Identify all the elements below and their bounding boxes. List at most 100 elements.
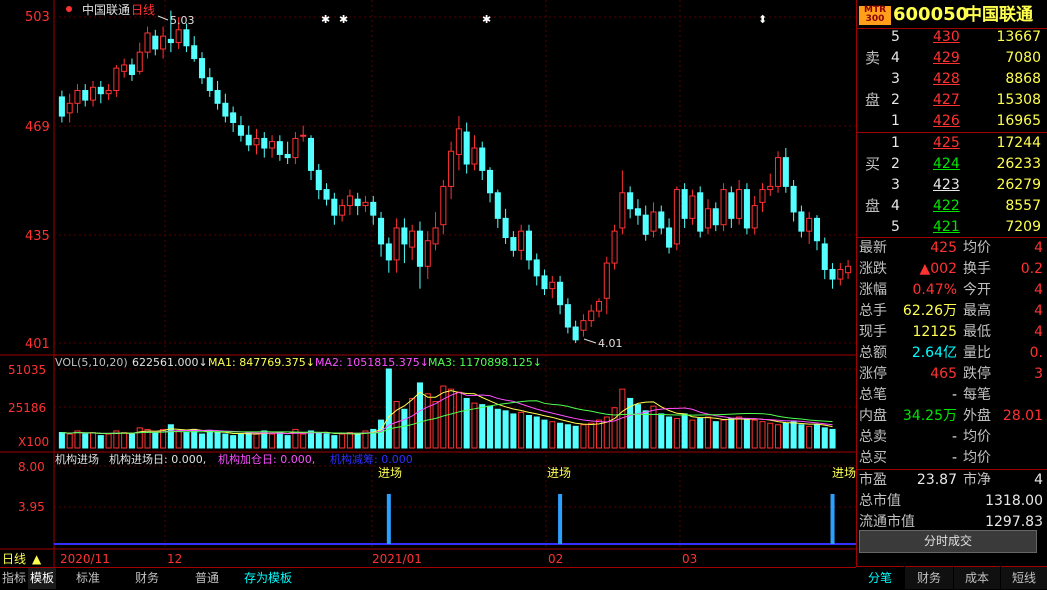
volume: 26233 (996, 156, 1041, 172)
order-book-row[interactable]: 1 425 17244 (857, 133, 1047, 154)
price: 427 (933, 92, 960, 108)
vol-indicator-name[interactable]: VOL(5,10,20) (55, 356, 128, 369)
kline-chart-area[interactable]: 中国联通 日线 ✱ ✱ ✱ ⬍ 503 469 435 401 5.03 4.01 V… (0, 0, 856, 567)
rtab-cost[interactable]: 成本 (954, 566, 1000, 589)
order-book-row[interactable]: 2 424 26233 (857, 154, 1047, 175)
mtr-badge[interactable]: MTR 300 (859, 6, 891, 25)
volume-bar (782, 422, 789, 449)
volume-bar (401, 408, 408, 449)
stat-value-2: 3 (1034, 366, 1043, 382)
stat-row: 总买 - 均价 (857, 448, 1047, 469)
volume-bar (167, 424, 174, 449)
volume-bar (66, 433, 73, 449)
volume-bar (549, 421, 556, 449)
stat-key: 涨幅 (859, 282, 887, 298)
price-axis-503: 503 (25, 10, 50, 25)
svg-text:✱: ✱ (482, 13, 491, 26)
rtab-shortline[interactable]: 短线 (1001, 566, 1047, 589)
volume-bar (136, 427, 143, 449)
volume-bar (89, 432, 97, 449)
volume-bar (183, 432, 190, 449)
signal-label-3: 进场 (832, 466, 856, 480)
period-label[interactable]: 日线 (131, 3, 155, 17)
extra-row: 市盈 23.87 市净 4 (857, 470, 1047, 491)
volume-bar (666, 416, 673, 449)
tab-normal[interactable]: 普通 (180, 568, 234, 589)
order-book-row[interactable]: 5 421 7209 (857, 217, 1047, 238)
save-template-button[interactable]: 存为模板 (238, 568, 298, 589)
order-book-row[interactable]: 4 429 7080 (857, 48, 1047, 69)
signal-bar (386, 494, 391, 544)
vol-value: 622561.000↓ (132, 356, 208, 369)
price: 426 (933, 113, 960, 129)
price-axis-401: 401 (25, 337, 50, 352)
volume: 8557 (1005, 198, 1041, 214)
volume: 17244 (996, 135, 1041, 151)
bottom-toolbar: 指标 模板 标准 财务 普通 存为模板 (0, 567, 856, 590)
volume-bar (393, 401, 400, 449)
vol-ma1: MA1: 847769.375↓ (208, 356, 315, 369)
stat-key: 内盘 (859, 408, 887, 424)
stat-value-2: 4 (1034, 282, 1043, 298)
volume-bar (479, 404, 486, 449)
order-book-row[interactable]: 3 428 8868 (857, 69, 1047, 90)
stat-value: ▲002 (919, 261, 958, 277)
indicator-name[interactable]: 机构进场 (55, 452, 99, 466)
stat-row: 总额 2.64亿 量比 0. (857, 343, 1047, 364)
order-book-row[interactable]: 5 430 13667 (857, 27, 1047, 48)
stat-row: 最新 425 均价 4 (857, 238, 1047, 259)
svg-text:⬍: ⬍ (758, 13, 767, 26)
volume-bar (712, 421, 719, 449)
order-book-row[interactable]: 2 427 15308 (857, 90, 1047, 111)
order-book-row[interactable]: 3 423 26279 (857, 175, 1047, 196)
vol-ma2: MA2: 1051815.375↓ (315, 356, 429, 369)
stat-value: 2.64亿 (911, 345, 957, 361)
order-book-row[interactable]: 4 422 8557 (857, 196, 1047, 217)
stat-value-2: 4 (1034, 240, 1043, 256)
volume-bar (541, 419, 548, 449)
stock-name: 中国联通 (965, 5, 1033, 25)
order-book-row[interactable]: 1 426 16965 (857, 111, 1047, 132)
stat-key-2: 均价 (963, 429, 991, 445)
settings-dot-icon[interactable] (66, 6, 72, 12)
volume-bar (697, 418, 704, 449)
stat-key: 涨停 (859, 366, 887, 382)
volume-bar (471, 402, 478, 449)
vol-axis-mid: 25186 (8, 401, 46, 415)
volume-bar (704, 416, 712, 449)
volume-bar (673, 418, 680, 449)
volume-bar (300, 433, 307, 449)
volume-bar (806, 425, 813, 449)
extra-value: 23.87 (916, 472, 957, 488)
high-price-label: 5.03 (170, 14, 195, 27)
volume-bar (354, 433, 361, 449)
volume-bar (463, 397, 470, 449)
volume-bar (518, 411, 525, 449)
stat-value: 465 (930, 366, 957, 382)
tick-trade-button[interactable]: 分时成交 (859, 530, 1037, 553)
date-2020-11: 2020/11 (60, 552, 110, 566)
svg-text:✱: ✱ (321, 13, 330, 26)
stat-value: - (951, 429, 957, 445)
volume: 13667 (996, 29, 1041, 45)
stat-value-2: 4 (1034, 303, 1043, 319)
tab-template[interactable]: 模板 (28, 568, 56, 589)
volume-bar (230, 435, 237, 449)
volume: 8868 (1005, 71, 1041, 87)
period-arrow-icon[interactable]: ▲ (32, 552, 42, 566)
price: 422 (933, 198, 960, 214)
stat-value: 34.25万 (902, 408, 957, 424)
tab-finance[interactable]: 财务 (120, 568, 174, 589)
tab-indicator[interactable]: 指标 (0, 568, 28, 589)
tab-standard[interactable]: 标准 (62, 568, 114, 589)
rtab-finance[interactable]: 财务 (905, 566, 953, 589)
volume-bar (97, 435, 104, 449)
stat-key-2: 量比 (963, 345, 991, 361)
volume-bar (198, 433, 206, 449)
rtab-ticks[interactable]: 分笔 (856, 566, 904, 589)
volume-bar (253, 433, 260, 449)
volume-bar (331, 435, 338, 449)
volume-bar (736, 416, 743, 449)
period-switch[interactable]: 日线 (2, 552, 26, 566)
stat-value-2: 28.01 (1002, 408, 1043, 424)
